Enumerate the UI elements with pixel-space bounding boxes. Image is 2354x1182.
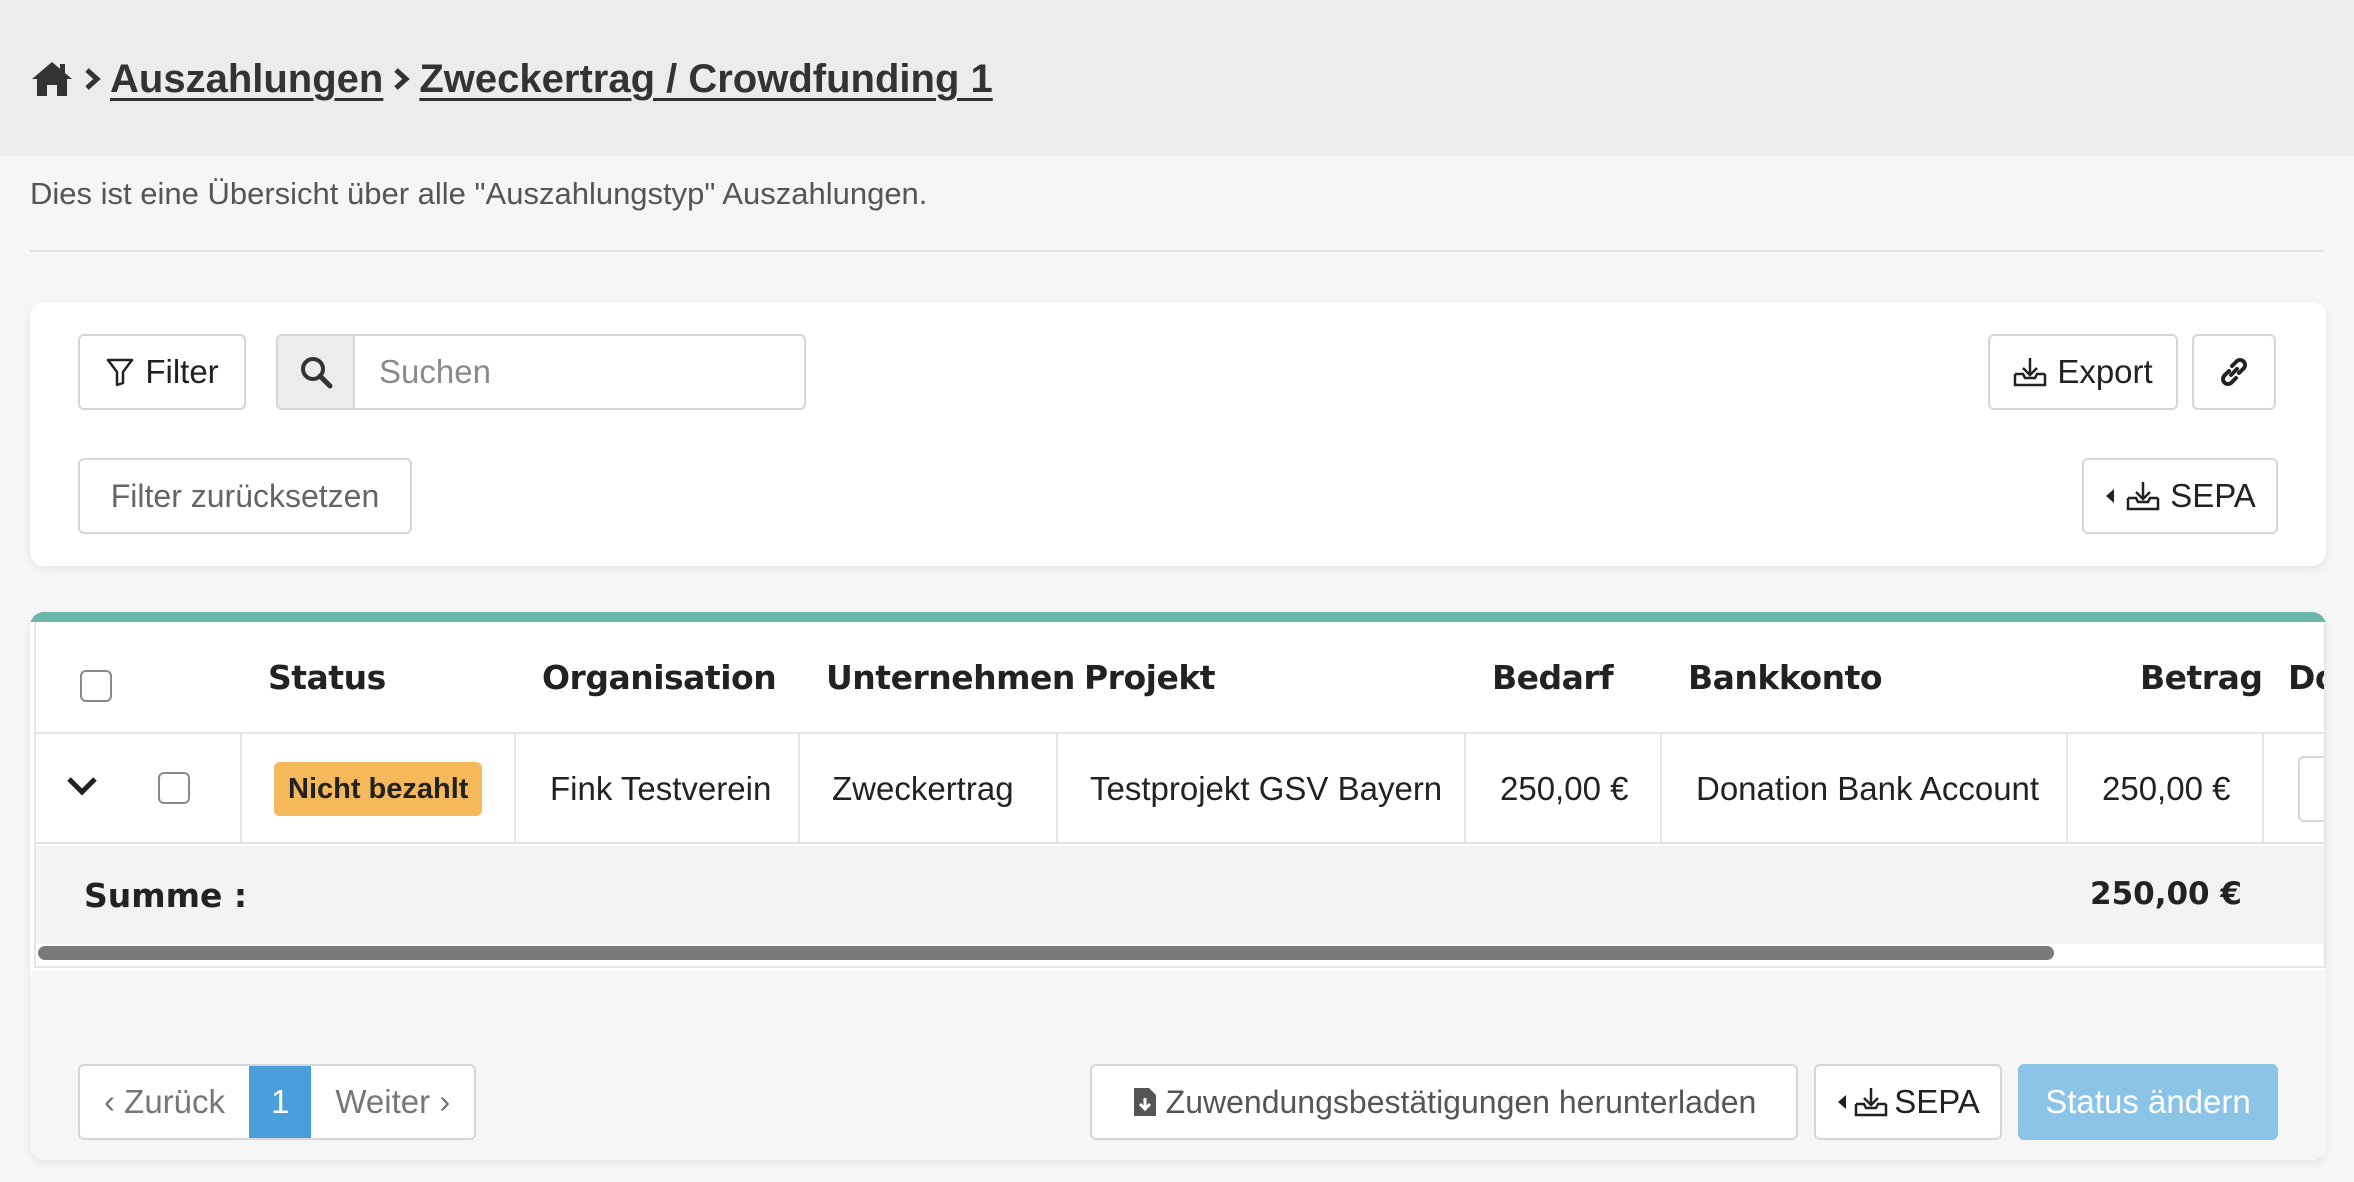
cell-divider (1660, 734, 1662, 842)
column-header-betrag[interactable]: Betrag (2140, 658, 2263, 697)
accent-bar (30, 612, 2326, 622)
expand-chevron-icon[interactable] (66, 774, 98, 803)
column-header-unternehmen[interactable]: Unternehmen (826, 658, 1075, 697)
cell-divider (514, 734, 516, 842)
filter-panel: Filter Export Filter zurücksetzen SEPA (30, 302, 2326, 566)
column-header-truncated[interactable]: Do (2288, 658, 2324, 697)
cell-divider (1464, 734, 1466, 842)
row-checkbox[interactable] (158, 772, 190, 804)
status-badge: Nicht bezahlt (274, 762, 483, 816)
search-input[interactable] (355, 336, 804, 408)
cell-organisation: Fink Testverein (550, 770, 772, 807)
cell-bankkonto: Donation Bank Account (1696, 770, 2040, 807)
column-header-organisation[interactable]: Organisation (542, 658, 777, 697)
breadcrumb: Auszahlungen Zweckertrag / Crowdfunding … (30, 52, 993, 106)
filter-icon (107, 358, 134, 387)
row-action-button[interactable] (2298, 756, 2324, 822)
breadcrumb-auszahlungen[interactable]: Auszahlungen (110, 57, 383, 102)
cell-divider (1056, 734, 1058, 842)
next-page-button[interactable]: Weiter › (311, 1066, 474, 1138)
chevron-right-icon (391, 67, 411, 91)
search-box (276, 334, 806, 410)
cell-bedarf: 250,00 € (1500, 770, 1629, 807)
cell-divider (798, 734, 800, 842)
copy-link-button[interactable] (2192, 334, 2276, 410)
sepa-dropdown-button[interactable]: SEPA (2082, 458, 2278, 534)
change-status-label: Status ändern (2045, 1083, 2251, 1120)
chevron-right-icon (82, 67, 102, 91)
sepa-footer-label: SEPA (1894, 1083, 1980, 1120)
link-icon (2221, 358, 2247, 386)
sum-value: 250,00 € (2090, 876, 2242, 912)
payouts-table-card: Status Organisation Unternehmen Projekt … (30, 612, 2326, 1160)
sum-row: Summe : 250,00 € (36, 846, 2324, 944)
column-header-bankkonto[interactable]: Bankkonto (1688, 658, 1883, 697)
cell-divider (240, 734, 242, 842)
sepa-label: SEPA (2170, 477, 2256, 514)
payouts-table: Status Organisation Unternehmen Projekt … (34, 622, 2326, 968)
filter-button-label: Filter (145, 353, 219, 390)
download-confirmations-label: Zuwendungsbestätigungen herunterladen (1165, 1083, 1757, 1120)
cell-unternehmen: Zweckertrag (832, 770, 1014, 807)
sepa-footer-button[interactable]: SEPA (1814, 1064, 2002, 1140)
reset-filter-label: Filter zurücksetzen (110, 477, 380, 514)
column-header-status[interactable]: Status (268, 658, 386, 697)
download-tray-icon (2014, 358, 2047, 387)
caret-left-icon (2106, 489, 2115, 503)
home-icon[interactable] (30, 60, 74, 98)
download-tray-icon (1854, 1088, 1888, 1117)
column-header-projekt[interactable]: Projekt (1084, 658, 1216, 697)
export-button[interactable]: Export (1988, 334, 2178, 410)
download-tray-icon (2126, 482, 2160, 511)
file-download-icon (1133, 1088, 1156, 1116)
export-button-label: Export (2057, 353, 2153, 390)
sum-label: Summe : (84, 876, 248, 915)
cell-divider (2066, 734, 2068, 842)
intro-text: Dies ist eine Übersicht über alle "Ausza… (30, 176, 928, 211)
prev-page-button[interactable]: ‹ Zurück (80, 1066, 249, 1138)
change-status-button[interactable]: Status ändern (2018, 1064, 2278, 1140)
column-header-bedarf[interactable]: Bedarf (1492, 658, 1614, 697)
cell-betrag: 250,00 € (2102, 770, 2231, 807)
table-footer: ‹ Zurück 1 Weiter › Zuwendungsbestätigun… (30, 970, 2326, 1160)
cell-projekt: Testprojekt GSV Bayern (1090, 770, 1443, 807)
table-row: Nicht bezahlt Fink Testverein Zweckertra… (36, 732, 2324, 844)
pagination: ‹ Zurück 1 Weiter › (78, 1064, 477, 1140)
filter-button[interactable]: Filter (78, 334, 246, 410)
header-bar: Auszahlungen Zweckertrag / Crowdfunding … (0, 0, 2354, 156)
page-number-button[interactable]: 1 (249, 1066, 312, 1138)
divider (30, 250, 2324, 252)
select-all-checkbox[interactable] (80, 670, 112, 702)
caret-left-icon (1838, 1095, 1847, 1109)
search-icon (278, 336, 355, 408)
horizontal-scrollbar[interactable] (38, 946, 2054, 960)
breadcrumb-current[interactable]: Zweckertrag / Crowdfunding 1 (419, 57, 992, 102)
cell-divider (2262, 734, 2264, 842)
download-confirmations-button[interactable]: Zuwendungsbestätigungen herunterladen (1090, 1064, 1798, 1140)
reset-filter-button[interactable]: Filter zurücksetzen (78, 458, 412, 534)
